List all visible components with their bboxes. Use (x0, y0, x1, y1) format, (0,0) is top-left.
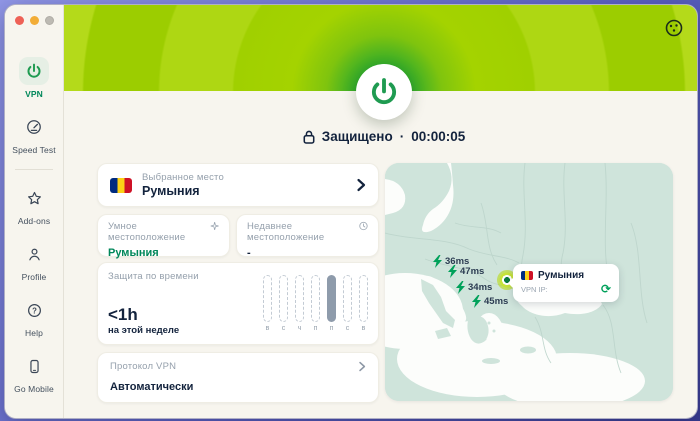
connect-power-button[interactable] (356, 64, 412, 120)
session-timer: 00:00:05 (411, 129, 465, 144)
app-window: VPN Speed Test Ad (4, 4, 698, 419)
day-label: ч (298, 325, 302, 332)
lock-icon (303, 130, 315, 144)
usage-bar (311, 275, 320, 322)
day-label: п (330, 325, 334, 332)
vpn-protocol-card[interactable]: Протокол VPN Автоматически (97, 352, 379, 403)
chevron-right-icon (358, 361, 366, 372)
usage-bar (279, 275, 288, 322)
location-tooltip: Румыния VPN IP: ⟳ (513, 264, 619, 302)
sidebar-item-label: Speed Test (12, 145, 55, 155)
selected-location-value: Румыния (142, 184, 356, 198)
sidebar-item-go-mobile[interactable]: Go Mobile (5, 352, 63, 394)
sidebar-divider (15, 169, 53, 170)
sidebar-item-label: Go Mobile (14, 384, 54, 394)
power-icon (368, 76, 400, 108)
minimize-window-button[interactable] (30, 16, 39, 25)
usage-bar (343, 275, 352, 322)
ping-value: 47ms (460, 266, 484, 277)
sidebar-item-speed-test[interactable]: Speed Test (5, 113, 63, 155)
sidebar-item-vpn[interactable]: VPN (5, 57, 63, 99)
zoom-window-button[interactable] (45, 16, 54, 25)
ping-value: 34ms (468, 282, 492, 293)
sidebar-item-label: Help (25, 328, 43, 338)
power-icon (19, 57, 49, 85)
ping-marker: 45ms (471, 295, 508, 308)
vpn-protocol-value: Автоматически (110, 381, 366, 393)
person-icon (19, 240, 49, 268)
speedometer-icon (19, 113, 49, 141)
selected-location-card[interactable]: Выбранное место Румыния (97, 163, 379, 207)
question-circle-icon: ? (19, 296, 49, 324)
smart-location-label: Умное местоположение (108, 221, 210, 243)
lightning-icon (455, 281, 466, 294)
selected-location-label: Выбранное место (142, 172, 356, 183)
day-label: с (282, 325, 286, 332)
usage-bar (263, 275, 272, 322)
sidebar-item-label: VPN (25, 89, 43, 99)
sidebar-item-help[interactable]: ? Help (5, 296, 63, 338)
usage-bar (295, 275, 304, 322)
day-label: с (346, 325, 350, 332)
day-label: в (266, 325, 270, 332)
sparkle-icon (210, 221, 219, 231)
ping-value: 45ms (484, 296, 508, 307)
close-window-button[interactable] (15, 16, 24, 25)
star-icon (19, 184, 49, 212)
usage-bar (327, 275, 336, 322)
sidebar-item-label: Add-ons (18, 216, 50, 226)
day-label: в (362, 325, 366, 332)
lightning-icon (447, 265, 458, 278)
time-protection-card: Защита по времени <1h на этой неделе в с… (97, 262, 379, 345)
recent-location-card: Недавнее местоположение - (236, 214, 379, 257)
lightning-icon (471, 295, 482, 308)
recent-location-label: Недавнее местоположение (247, 221, 359, 243)
connection-status: Защищено · 00:00:05 (71, 129, 697, 144)
recent-location-value: - (247, 247, 368, 259)
sidebar-item-profile[interactable]: Profile (5, 240, 63, 282)
sidebar: VPN Speed Test Ad (5, 5, 64, 418)
status-separator: · (400, 129, 405, 144)
weekly-usage-chart: в с ч п п с в (263, 275, 368, 332)
phone-icon (19, 352, 49, 380)
vpn-ip-label: VPN IP: (521, 285, 548, 294)
status-text: Защищено (322, 129, 393, 144)
smart-location-card: Умное местоположение Румыния (97, 214, 230, 257)
romania-flag-icon (110, 178, 132, 193)
tooltip-country: Румыния (538, 270, 584, 281)
time-protection-value: <1h (108, 305, 138, 325)
lightning-icon (432, 255, 443, 268)
language-globe-icon[interactable] (664, 18, 684, 38)
time-protection-subtitle: на этой неделе (108, 325, 179, 336)
window-controls (15, 16, 54, 25)
map-panel: 36ms 47ms 34ms 45ms Румыния (385, 163, 673, 401)
svg-text:?: ? (32, 306, 37, 315)
usage-bar (359, 275, 368, 322)
sidebar-item-add-ons[interactable]: Add-ons (5, 184, 63, 226)
vpn-protocol-label: Протокол VPN (110, 361, 176, 372)
ping-marker: 47ms (447, 265, 484, 278)
sidebar-item-label: Profile (22, 272, 47, 282)
clock-icon (359, 221, 368, 231)
chevron-right-icon (356, 178, 366, 192)
ping-marker: 34ms (455, 281, 492, 294)
day-label: п (314, 325, 318, 332)
smart-location-value: Румыния (108, 247, 219, 259)
refresh-ip-icon[interactable]: ⟳ (601, 284, 611, 294)
romania-flag-icon (521, 271, 533, 280)
